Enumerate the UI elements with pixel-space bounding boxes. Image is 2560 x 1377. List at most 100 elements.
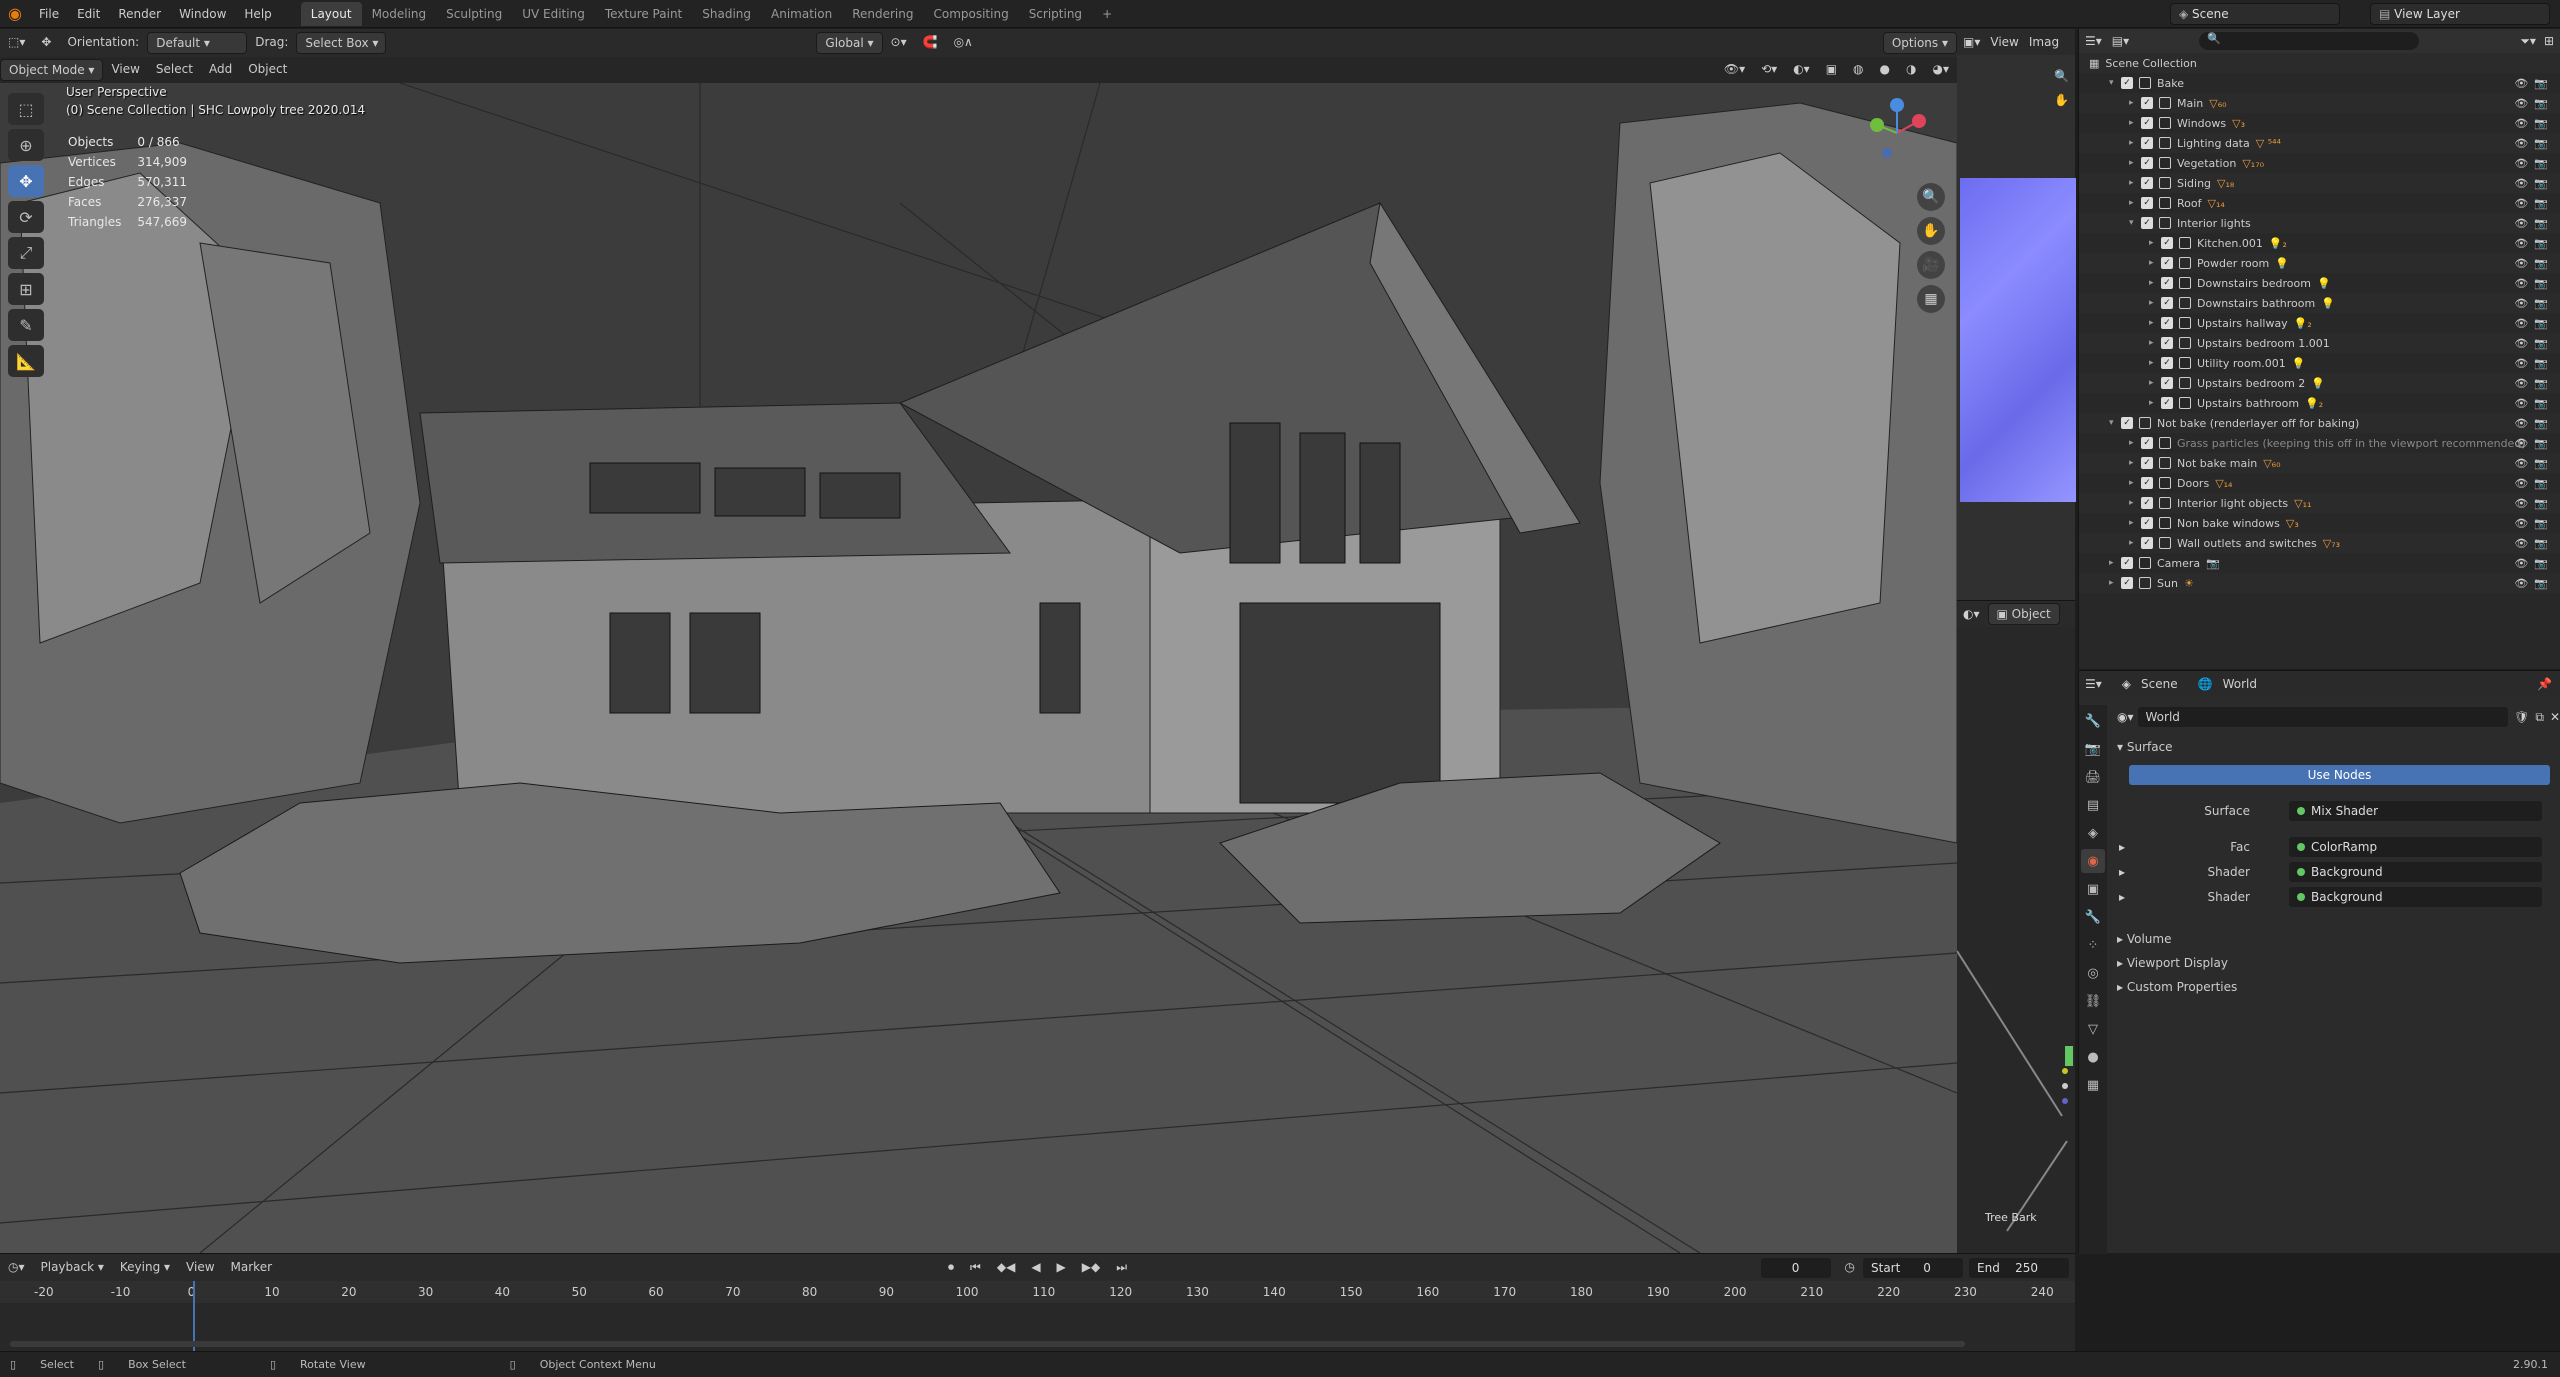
outliner-item[interactable]: ▸ ✓ Doors ▽₁₄ 👁📷 xyxy=(2079,473,2560,493)
exclude-checkbox[interactable]: ✓ xyxy=(2161,377,2173,389)
exclude-checkbox[interactable]: ✓ xyxy=(2161,297,2173,309)
visibility-toggle-icon[interactable]: 👁📷 xyxy=(2514,457,2554,470)
menu-window[interactable]: Window xyxy=(170,0,235,28)
expand-icon[interactable]: ▸ xyxy=(2129,498,2141,508)
visibility-toggle-icon[interactable]: 👁📷 xyxy=(2514,317,2554,330)
shading-wireframe-icon[interactable]: ◍ xyxy=(1845,59,1871,81)
visibility-toggle-icon[interactable]: 👁📷 xyxy=(2514,117,2554,130)
tab-modeling[interactable]: Modeling xyxy=(362,2,437,26)
outliner-item[interactable]: ▸ ✓ Siding ▽₁₈ 👁📷 xyxy=(2079,173,2560,193)
marker-menu[interactable]: Marker xyxy=(223,1257,280,1279)
move-tool-icon[interactable]: ✥ xyxy=(8,165,44,197)
outliner-item[interactable]: ▾ ✓ Bake 👁📷 xyxy=(2079,73,2560,93)
snap-icon[interactable]: 🧲 xyxy=(915,32,946,54)
expand-icon[interactable]: ▸ xyxy=(2149,238,2161,248)
menu-select[interactable]: Select xyxy=(148,59,201,81)
transform-orientation-dropdown[interactable]: Global ▾ xyxy=(816,32,883,54)
particles-tab-icon[interactable]: ⁘ xyxy=(2081,933,2105,957)
outliner-item[interactable]: ▸ ✓ Upstairs bedroom 1.001 👁📷 xyxy=(2079,333,2560,353)
overlay-icon[interactable]: ◐▾ xyxy=(1785,59,1818,81)
measure-tool-icon[interactable]: 📐 xyxy=(8,345,44,377)
exclude-checkbox[interactable]: ✓ xyxy=(2141,117,2153,129)
world-selector[interactable]: ◉▾ World 🛡 ⧉ ✕ xyxy=(2117,707,2560,727)
timeline-area[interactable]: -20 -10 0 10 20 30 40 50 60 70 80 90 100 110 120 130 140… xyxy=(0,1281,2075,1351)
outliner-item[interactable]: ▸ ✓ Downstairs bedroom 💡 👁📷 xyxy=(2079,273,2560,293)
object-tab-icon[interactable]: ▣ xyxy=(2081,877,2105,901)
exclude-checkbox[interactable]: ✓ xyxy=(2141,457,2153,469)
tab-animation[interactable]: Animation xyxy=(761,2,842,26)
node-editor-type-icon[interactable]: ◐▾ xyxy=(1963,607,1980,621)
visibility-toggle-icon[interactable]: 👁📷 xyxy=(2514,257,2554,270)
jump-end-icon[interactable]: ⏭ xyxy=(1108,1257,1135,1279)
outliner-item[interactable]: ▸ ✓ Kitchen.001 💡₂ 👁📷 xyxy=(2079,233,2560,253)
expand-icon[interactable]: ▸ xyxy=(2129,138,2141,148)
expand-shader2-icon[interactable]: ▸ xyxy=(2119,890,2125,904)
shader2-input-field[interactable]: Background xyxy=(2289,887,2542,907)
outliner-item[interactable]: ▸ ✓ Not bake main ▽₆₀ 👁📷 xyxy=(2079,453,2560,473)
visibility-toggle-icon[interactable]: 👁📷 xyxy=(2514,417,2554,430)
outliner-root[interactable]: ▦ Scene Collection xyxy=(2079,53,2560,73)
tab-uv-editing[interactable]: UV Editing xyxy=(512,2,595,26)
unlink-icon[interactable]: ✕ xyxy=(2550,710,2560,724)
visibility-toggle-icon[interactable]: 👁📷 xyxy=(2514,437,2554,450)
record-icon[interactable]: ⏺ xyxy=(940,1257,962,1279)
expand-shader1-icon[interactable]: ▸ xyxy=(2119,865,2125,879)
expand-icon[interactable]: ▸ xyxy=(2129,178,2141,188)
expand-icon[interactable]: ▸ xyxy=(2109,578,2121,588)
expand-icon[interactable]: ▸ xyxy=(2109,558,2121,568)
pivot-icon[interactable]: ⊙▾ xyxy=(883,32,915,54)
exclude-checkbox[interactable]: ✓ xyxy=(2141,137,2153,149)
collapse-icon[interactable]: ▾ xyxy=(2129,218,2141,228)
visibility-toggle-icon[interactable]: 👁📷 xyxy=(2514,377,2554,390)
tab-texture-paint[interactable]: Texture Paint xyxy=(595,2,692,26)
data-tab-icon[interactable]: ▽ xyxy=(2081,1017,2105,1041)
shader-node-editor[interactable]: ◐▾ ▣ Object Tree Bark xyxy=(1957,600,2075,1253)
outliner-item[interactable]: ▸ ✓ Downstairs bathroom 💡 👁📷 xyxy=(2079,293,2560,313)
exclude-checkbox[interactable]: ✓ xyxy=(2141,177,2153,189)
visibility-toggle-icon[interactable]: 👁📷 xyxy=(2514,497,2554,510)
exclude-checkbox[interactable]: ✓ xyxy=(2121,417,2133,429)
outliner-item[interactable]: ▸ ✓ Sun ☀ 👁📷 xyxy=(2079,573,2560,593)
collapse-icon[interactable]: ▾ xyxy=(2109,78,2121,88)
image-menu-image[interactable]: Imag xyxy=(2029,35,2059,49)
exclude-checkbox[interactable]: ✓ xyxy=(2161,277,2173,289)
texture-tab-icon[interactable]: ▦ xyxy=(2081,1073,2105,1097)
mode-dropdown[interactable]: Object Mode ▾ xyxy=(0,59,104,81)
outliner-type-icon[interactable]: ☰▾ xyxy=(2085,34,2102,48)
shading-material-icon[interactable]: ◑ xyxy=(1898,59,1924,81)
visibility-toggle-icon[interactable]: 👁📷 xyxy=(2514,577,2554,590)
rotate-tool-icon[interactable]: ⟳ xyxy=(8,201,44,233)
perspective-toggle-icon[interactable]: ▦ xyxy=(1917,285,1945,313)
expand-icon[interactable]: ▸ xyxy=(2129,118,2141,128)
next-keyframe-icon[interactable]: ▶◆ xyxy=(1074,1257,1108,1279)
visibility-toggle-icon[interactable]: 👁📷 xyxy=(2514,337,2554,350)
exclude-checkbox[interactable]: ✓ xyxy=(2141,217,2153,229)
tab-rendering[interactable]: Rendering xyxy=(842,2,923,26)
visibility-toggle-icon[interactable]: 👁📷 xyxy=(2514,77,2554,90)
exclude-checkbox[interactable]: ✓ xyxy=(2121,77,2133,89)
expand-icon[interactable]: ▸ xyxy=(2129,98,2141,108)
viewport-display-panel-header[interactable]: ▸ Viewport Display xyxy=(2109,951,2560,975)
exclude-checkbox[interactable]: ✓ xyxy=(2141,97,2153,109)
menu-edit[interactable]: Edit xyxy=(68,0,109,28)
display-mode-icon[interactable]: ▤▾ xyxy=(2112,34,2129,48)
shader1-input-field[interactable]: Background xyxy=(2289,862,2542,882)
expand-icon[interactable]: ▸ xyxy=(2149,338,2161,348)
outliner-item[interactable]: ▸ ✓ Camera 📷 👁📷 xyxy=(2079,553,2560,573)
editor-type-icon[interactable]: ⬚▾ xyxy=(0,32,33,54)
exclude-checkbox[interactable]: ✓ xyxy=(2141,157,2153,169)
play-icon[interactable]: ▶ xyxy=(1049,1257,1074,1279)
world-tab-icon[interactable]: ◉ xyxy=(2081,849,2105,873)
transform-tool-icon[interactable]: ⊞ xyxy=(8,273,44,305)
visibility-toggle-icon[interactable]: 👁📷 xyxy=(2514,297,2554,310)
expand-icon[interactable]: ▸ xyxy=(2149,258,2161,268)
tab-shading[interactable]: Shading xyxy=(692,2,761,26)
expand-icon[interactable]: ▸ xyxy=(2129,538,2141,548)
outliner-item[interactable]: ▸ ✓ Main ▽₆₀ 👁📷 xyxy=(2079,93,2560,113)
exclude-checkbox[interactable]: ✓ xyxy=(2161,257,2173,269)
exclude-checkbox[interactable]: ✓ xyxy=(2161,337,2173,349)
expand-icon[interactable]: ▸ xyxy=(2129,458,2141,468)
duplicate-icon[interactable]: ⧉ xyxy=(2535,710,2544,725)
exclude-checkbox[interactable]: ✓ xyxy=(2161,357,2173,369)
outliner-item[interactable]: ▸ ✓ Vegetation ▽₁₇₀ 👁📷 xyxy=(2079,153,2560,173)
